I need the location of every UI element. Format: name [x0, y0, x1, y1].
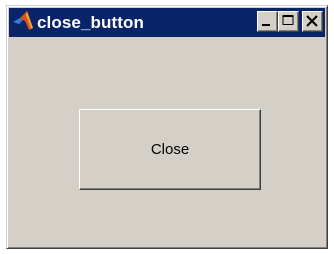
maximize-button[interactable] [278, 11, 299, 32]
minimize-button[interactable] [257, 11, 278, 32]
matlab-logo-icon [9, 9, 34, 36]
maximize-icon [282, 15, 294, 25]
close-window-button[interactable] [302, 11, 323, 32]
minimize-icon [262, 24, 270, 26]
close-button[interactable]: Close [79, 109, 261, 190]
window-title: close_button [37, 12, 144, 32]
title-bar[interactable]: close_button [9, 8, 325, 37]
close-icon [306, 15, 318, 27]
figure-window: close_button Close [6, 5, 328, 249]
caption-buttons [257, 11, 323, 32]
